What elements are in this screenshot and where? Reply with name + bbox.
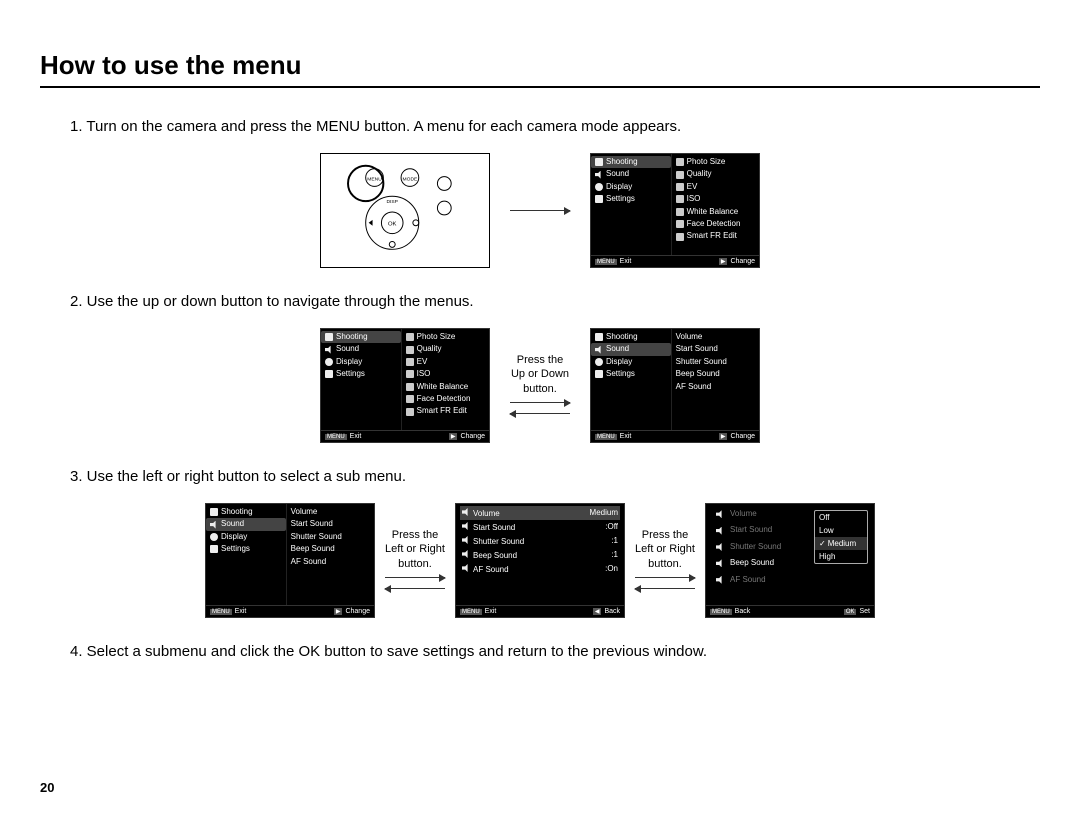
lcd-screen-shooting-2: Shooting Sound Display Settings Photo Si… <box>320 328 490 443</box>
lcd-screen-volume-options: Volume Start Sound Shutter Sound Beep So… <box>705 503 875 618</box>
ok-button-label: OK <box>388 222 397 228</box>
tab-settings: Settings <box>591 368 671 380</box>
volume-option-list: Off Low ✓Medium High <box>814 510 868 564</box>
lcd-screen-shooting-1: Shooting Sound Display Settings Photo Si… <box>590 153 760 268</box>
arrow-updown-label: Press the Up or Down button. <box>510 353 570 418</box>
opt-medium: ✓Medium <box>815 537 867 550</box>
opt-photo-size: Photo Size <box>672 156 759 168</box>
tab-shooting: Shooting <box>591 331 671 343</box>
mode-button-label: MODE <box>403 177 418 183</box>
opt-wb: White Balance <box>672 206 759 218</box>
opt-face: Face Detection <box>672 218 759 230</box>
tab-sound: Sound <box>321 343 401 355</box>
step-2-text: 2. Use the up or down button to navigate… <box>70 293 1040 310</box>
opt-ev: EV <box>672 181 759 193</box>
arrow-right-single <box>510 206 570 215</box>
opt-high: High <box>815 550 867 563</box>
page-number: 20 <box>40 780 54 795</box>
opt-iso: ISO <box>672 193 759 205</box>
disp-button-label: DISP <box>386 199 398 205</box>
page-title: How to use the menu <box>40 50 1040 88</box>
camera-back-diagram: MENU MODE OK DISP <box>320 153 490 268</box>
opt-low: Low <box>815 524 867 537</box>
tab-settings: Settings <box>321 368 401 380</box>
arrow-leftright-1: Press the Left or Right button. <box>385 528 445 593</box>
step-1-text: 1. Turn on the camera and press the MENU… <box>70 118 1040 135</box>
step-3-text: 3. Use the left or right button to selec… <box>70 468 1040 485</box>
tab-settings: Settings <box>591 193 671 205</box>
tab-sound: Sound <box>591 168 671 180</box>
opt-off: Off <box>815 511 867 524</box>
tab-display: Display <box>591 356 671 368</box>
tab-shooting: Shooting <box>591 156 671 168</box>
opt-quality: Quality <box>672 168 759 180</box>
step-4-text: 4. Select a submenu and click the OK but… <box>70 643 1040 660</box>
tab-display: Display <box>591 181 671 193</box>
tab-sound: Sound <box>591 343 671 355</box>
arrow-leftright-2: Press the Left or Right button. <box>635 528 695 593</box>
menu-button-label: MENU <box>367 177 382 183</box>
tab-shooting: Shooting <box>321 331 401 343</box>
lcd-screen-sound-2: Shooting Sound Display Settings Volume S… <box>205 503 375 618</box>
opt-smart: Smart FR Edit <box>672 230 759 242</box>
lcd-screen-sound-1: Shooting Sound Display Settings Volume S… <box>590 328 760 443</box>
tab-display: Display <box>321 356 401 368</box>
lcd-screen-sound-values: VolumeMedium Start Sound:Off Shutter Sou… <box>455 503 625 618</box>
